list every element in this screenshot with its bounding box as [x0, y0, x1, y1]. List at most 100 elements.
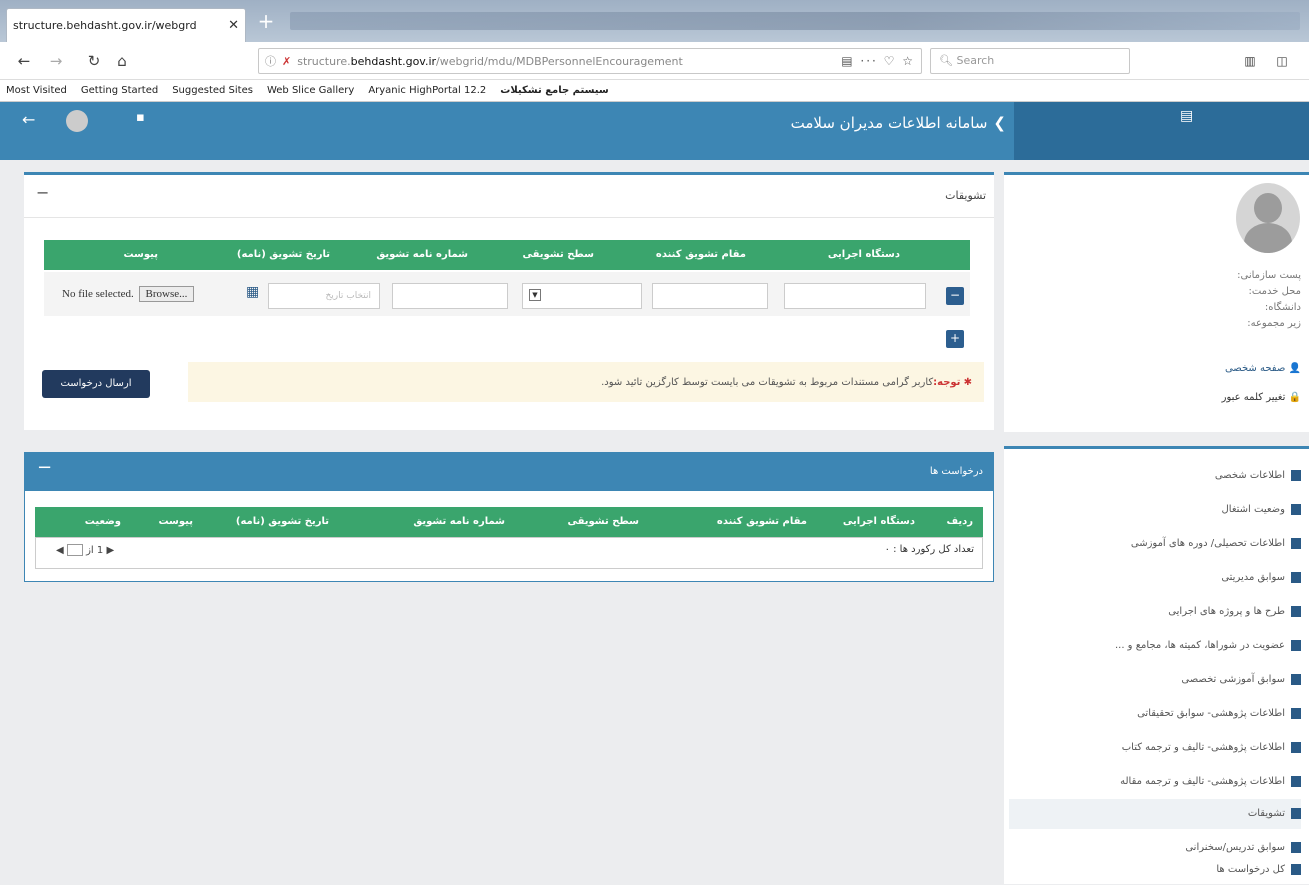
- menu-sidebar: اطلاعات شخصی وضعیت اشتغال اطلاعات تحصیلی…: [1004, 446, 1309, 884]
- pager-total: 1: [96, 545, 104, 556]
- date-input[interactable]: انتخاب تاریخ: [268, 283, 380, 309]
- pager: ▶ 1 از ◀: [56, 544, 114, 556]
- col-authority: مقام تشویق کننده: [716, 516, 807, 527]
- library-icon[interactable]: ▥: [1240, 51, 1260, 71]
- profile-subset: زیر مجموعه:: [1247, 318, 1301, 329]
- col-authority: مقام تشویق کننده: [655, 249, 746, 260]
- notice-box: ✱ توجه:کاربر گرامی مستندات مربوط به تشوی…: [188, 362, 984, 402]
- document-icon: [1291, 571, 1301, 583]
- col-letter-no: شماره نامه تشویق: [376, 249, 468, 260]
- page-number-input[interactable]: [66, 544, 83, 556]
- notice-label: توجه:: [933, 377, 961, 388]
- document-icon: [1291, 673, 1301, 685]
- new-tab-icon[interactable]: +: [254, 10, 278, 34]
- messages-icon[interactable]: ▪: [136, 110, 145, 125]
- document-icon[interactable]: ▤: [1180, 108, 1193, 124]
- menu-education[interactable]: اطلاعات تحصیلی/ دوره های آموزشی: [1009, 529, 1301, 559]
- browse-button[interactable]: Browse...: [138, 286, 195, 302]
- menu-committees[interactable]: عضویت در شوراها، کمیته ها، مجامع و ...: [1009, 631, 1301, 661]
- tab-title: structure.behdasht.gov.ir/webgrd: [13, 19, 197, 32]
- menu-projects[interactable]: طرح ها و پروژه های اجرایی: [1009, 597, 1301, 627]
- app-title: ❯سامانه اطلاعات مدیران سلامت: [790, 114, 1006, 132]
- profile-post: پست سازمانی:: [1237, 270, 1301, 281]
- document-icon: [1291, 775, 1301, 787]
- insecure-lock-icon: ✗: [282, 54, 292, 68]
- url-bar[interactable]: ⓘ ✗ structure. behdasht.gov.ir/webgrid/md…: [258, 48, 922, 74]
- minimize-icon[interactable]: −: [37, 457, 52, 478]
- document-icon: [1291, 605, 1301, 617]
- requests-title: درخواست ها: [929, 466, 983, 477]
- bookmark-web-slice-gallery[interactable]: Web Slice Gallery: [267, 85, 354, 96]
- send-request-button[interactable]: ارسال درخواست: [42, 370, 150, 398]
- authority-input[interactable]: [652, 283, 768, 309]
- menu-articles[interactable]: اطلاعات پژوهشی- تالیف و ترجمه مقاله: [1009, 767, 1301, 797]
- document-icon: [1291, 503, 1301, 515]
- profile-avatar: [1236, 183, 1300, 253]
- document-icon: [1291, 639, 1301, 651]
- bookmark-aryanic[interactable]: Aryanic HighPortal 12.2: [368, 85, 486, 96]
- form-grid-header: دستگاه اجرایی مقام تشویق کننده سطح تشویق…: [44, 240, 970, 270]
- home-icon[interactable]: ⌂: [112, 51, 132, 71]
- remove-row-icon[interactable]: −: [946, 287, 964, 305]
- menu-books[interactable]: اطلاعات پژوهشی- تالیف و ترجمه کتاب: [1009, 733, 1301, 763]
- back-arrow-icon[interactable]: ←: [14, 51, 34, 71]
- menu-personal-info[interactable]: اطلاعات شخصی: [1009, 461, 1301, 491]
- forward-arrow-icon[interactable]: →: [46, 51, 66, 71]
- level-select[interactable]: ▼: [522, 283, 642, 309]
- col-date: تاریخ تشویق (نامه): [236, 249, 330, 260]
- col-agency: دستگاه اجرایی: [827, 249, 900, 260]
- blurred-tab-strip: [290, 12, 1300, 30]
- document-icon: [1291, 807, 1301, 819]
- next-page-icon[interactable]: ▶: [106, 545, 114, 556]
- col-letter-no: شماره نامه تشویق: [413, 516, 505, 527]
- col-attachment: پیوست: [123, 249, 158, 260]
- document-icon: [1291, 707, 1301, 719]
- menu-management[interactable]: سوابق مدیریتی: [1009, 563, 1301, 593]
- dropdown-arrow-icon: ▼: [529, 289, 541, 301]
- no-file-label: No file selected.: [62, 288, 134, 300]
- bookmark-suggested-sites[interactable]: Suggested Sites: [172, 85, 253, 96]
- menu-all-requests[interactable]: کل درخواست ها: [1009, 855, 1301, 885]
- document-icon: [1291, 863, 1301, 875]
- requests-panel-header: درخواست ها −: [25, 453, 993, 491]
- minimize-icon[interactable]: −: [36, 183, 49, 202]
- back-arrow-icon[interactable]: ←: [22, 110, 35, 129]
- url-path: /webgrid/mdu/MDBPersonnelEncouragement: [436, 54, 683, 68]
- bookmark-getting-started[interactable]: Getting Started: [81, 85, 158, 96]
- col-level: سطح تشویقی: [522, 249, 594, 260]
- browser-tab[interactable]: structure.behdasht.gov.ir/webgrd ✕: [6, 8, 246, 42]
- profile-workplace: محل خدمت:: [1248, 286, 1301, 297]
- requests-panel: درخواست ها − ردیف دستگاه اجرایی مقام تشو…: [24, 452, 994, 582]
- change-password-link[interactable]: 🔒 تغییر کلمه عبور: [1222, 392, 1301, 403]
- bookmark-tashkilat[interactable]: سیستم جامع تشکیلات: [500, 85, 608, 96]
- notice-text: کاربر گرامی مستندات مربوط به تشویقات می …: [601, 377, 934, 388]
- url-actions-icon[interactable]: ▤ ··· ♡ ☆: [841, 54, 915, 68]
- menu-training[interactable]: سوابق آموزشی تخصصی: [1009, 665, 1301, 695]
- col-row: ردیف: [946, 516, 973, 527]
- user-avatar-icon[interactable]: [66, 110, 88, 132]
- add-row-icon[interactable]: +: [946, 330, 964, 348]
- col-date: تاریخ تشویق (نامه): [235, 516, 329, 527]
- search-input[interactable]: 🔍︎ Search: [930, 48, 1130, 74]
- pager-of-label: از: [86, 545, 94, 556]
- menu-employment[interactable]: وضعیت اشتغال: [1009, 495, 1301, 525]
- reload-icon[interactable]: ↻: [84, 51, 104, 71]
- calendar-icon[interactable]: ▦: [246, 284, 259, 300]
- previous-page-icon[interactable]: ◀: [56, 545, 64, 556]
- sidebar-toggle-icon[interactable]: ◫: [1272, 51, 1292, 71]
- browser-toolbar: ← → ↻ ⌂ ⓘ ✗ structure. behdasht.gov.ir/we…: [0, 42, 1309, 80]
- document-icon: [1291, 537, 1301, 549]
- bookmark-most-visited[interactable]: Most Visited: [6, 85, 67, 96]
- close-tab-icon[interactable]: ✕: [228, 18, 239, 33]
- menu-research[interactable]: اطلاعات پژوهشی- سوابق تحقیقاتی: [1009, 699, 1301, 729]
- file-input[interactable]: No file selected. Browse...: [62, 286, 195, 302]
- info-icon[interactable]: ⓘ: [265, 53, 276, 69]
- menu-encouragements[interactable]: تشویقات: [1009, 799, 1301, 829]
- col-level: سطح تشویقی: [567, 516, 639, 527]
- personal-page-link[interactable]: 👤 صفحه شخصی: [1225, 363, 1301, 374]
- panel-title: تشویقات: [945, 189, 986, 202]
- letter-number-input[interactable]: [392, 283, 508, 309]
- collapse-chevron-icon: ❯: [993, 114, 1006, 132]
- agency-input[interactable]: [784, 283, 926, 309]
- requests-grid-footer: تعداد کل رکورد ها : ۰ ▶ 1 از ◀: [35, 537, 983, 569]
